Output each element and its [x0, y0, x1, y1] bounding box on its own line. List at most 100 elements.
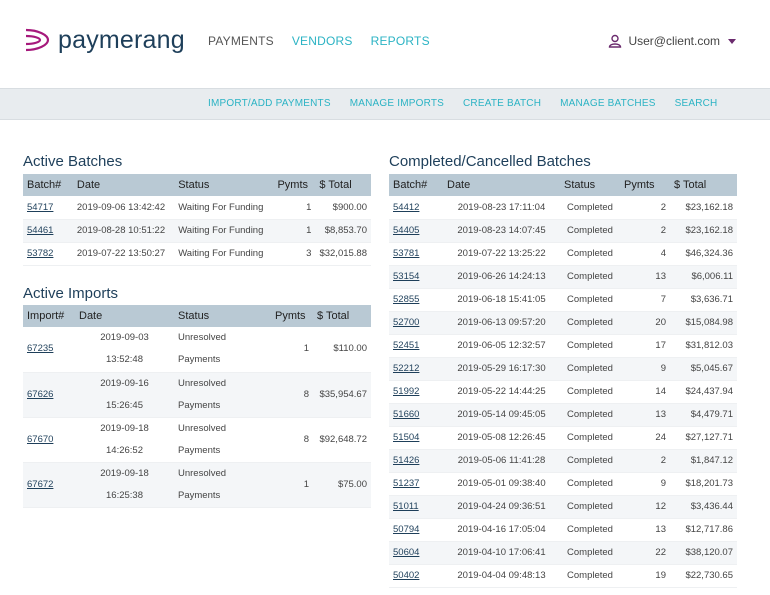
pymts-cell: 1	[271, 462, 313, 508]
total-cell: $23,162.18	[670, 219, 737, 243]
table-row: 51011 2019-04-24 09:36:51 Completed 12 $3,43…	[389, 495, 737, 519]
import-link[interactable]: 67672	[23, 462, 75, 508]
col-total[interactable]: $ Total	[670, 174, 737, 196]
batch-link[interactable]: 50402	[389, 564, 443, 588]
col-pymts[interactable]: Pymts	[273, 174, 316, 196]
col-import[interactable]: Import#	[23, 305, 75, 327]
status-cell: Completed	[560, 219, 620, 243]
batch-link[interactable]: 51992	[389, 380, 443, 404]
status-cell: Completed	[560, 403, 620, 427]
pymts-cell: 22	[620, 541, 670, 565]
date-cell: 2019-04-24 09:36:51	[443, 495, 560, 519]
active-batches-table: Batch# Date Status Pymts $ Total 54717 20…	[23, 174, 371, 266]
date-cell: 2019-06-18 15:41:05	[443, 288, 560, 312]
batch-link[interactable]: 54412	[389, 196, 443, 220]
batch-link[interactable]: 52700	[389, 311, 443, 335]
status-cell: Completed	[560, 472, 620, 496]
subnav-manage-batches[interactable]: MANAGE BATCHES	[560, 98, 655, 109]
subnav-create-batch[interactable]: CREATE BATCH	[463, 98, 541, 109]
table-row: 52700 2019-06-13 09:57:20 Completed 20 $15,0…	[389, 311, 737, 335]
status-line-1: Unresolved	[178, 332, 227, 344]
col-date[interactable]: Date	[72, 174, 175, 196]
batch-link[interactable]: 54717	[23, 196, 73, 220]
status-cell: Completed	[560, 449, 620, 473]
import-link[interactable]: 67626	[23, 372, 75, 418]
active-imports-table: Import# Date Status Pymts $ Total 67235 2…	[23, 305, 371, 508]
batch-link[interactable]: 53154	[389, 265, 443, 289]
status-line-2: Payments	[178, 399, 221, 411]
import-link[interactable]: 67235	[23, 327, 75, 373]
nav-payments[interactable]: PAYMENTS	[208, 34, 274, 48]
date-cell: 2019-04-04 09:48:13	[443, 564, 560, 588]
status-line-1: Unresolved	[178, 377, 227, 389]
batch-link[interactable]: 51660	[389, 403, 443, 427]
date-cell: 2019-09-06 13:42:42	[72, 196, 175, 220]
subnav-import-add-payments[interactable]: IMPORT/ADD PAYMENTS	[208, 98, 331, 109]
status-line-2: Payments	[178, 354, 221, 366]
col-status[interactable]: Status	[560, 174, 620, 196]
user-menu[interactable]: User@client.com	[608, 34, 736, 48]
paymerang-logo[interactable]: paymerang	[24, 24, 185, 56]
table-row: 52855 2019-06-18 15:41:05 Completed 7 $3,636…	[389, 288, 737, 312]
pymts-cell: 19	[620, 564, 670, 588]
import-link[interactable]: 67670	[23, 417, 75, 463]
date-cell: 2019-07-22 13:25:22	[443, 242, 560, 266]
batch-link[interactable]: 52855	[389, 288, 443, 312]
batch-link[interactable]: 51426	[389, 449, 443, 473]
nav-reports[interactable]: REPORTS	[371, 34, 430, 48]
date-cell: 2019-09-03 13:52:48	[75, 327, 174, 373]
subnav-manage-imports[interactable]: MANAGE IMPORTS	[350, 98, 444, 109]
batch-link[interactable]: 51504	[389, 426, 443, 450]
status-cell: Unresolved Payments	[174, 417, 271, 463]
col-pymts[interactable]: Pymts	[620, 174, 670, 196]
subnav-search[interactable]: SEARCH	[675, 98, 718, 109]
table-row: 67670 2019-09-18 14:26:52 Unresolved Payment…	[23, 417, 371, 463]
batch-link[interactable]: 51237	[389, 472, 443, 496]
table-row: 51504 2019-05-08 12:26:45 Completed 24 $27,1…	[389, 426, 737, 450]
batch-link[interactable]: 51011	[389, 495, 443, 519]
total-cell: $12,717.86	[670, 518, 737, 542]
nav-vendors[interactable]: VENDORS	[292, 34, 353, 48]
pymts-cell: 13	[620, 265, 670, 289]
date-cell: 2019-08-28 10:51:22	[72, 219, 175, 243]
sub-nav: IMPORT/ADD PAYMENTS MANAGE IMPORTS CREAT…	[0, 88, 770, 120]
table-row: 51426 2019-05-06 11:41:28 Completed 2 $1,847…	[389, 449, 737, 473]
batch-link[interactable]: 50604	[389, 541, 443, 565]
col-total[interactable]: $ Total	[315, 174, 371, 196]
col-total[interactable]: $ Total	[313, 305, 371, 327]
status-cell: Unresolved Payments	[174, 327, 271, 373]
col-status[interactable]: Status	[174, 174, 274, 196]
status-cell: Completed	[560, 426, 620, 450]
batch-link[interactable]: 52212	[389, 357, 443, 381]
chevron-down-icon[interactable]	[728, 38, 736, 44]
batch-link[interactable]: 54405	[389, 219, 443, 243]
paymerang-logo-icon	[25, 28, 50, 52]
col-pymts[interactable]: Pymts	[271, 305, 313, 327]
total-cell: $8,853.70	[315, 219, 371, 243]
status-cell: Completed	[560, 541, 620, 565]
status-cell: Completed	[560, 380, 620, 404]
total-cell: $38,120.07	[670, 541, 737, 565]
status-cell: Completed	[560, 334, 620, 358]
col-date[interactable]: Date	[75, 305, 174, 327]
table-row: 54412 2019-08-23 17:11:04 Completed 2 $23,16…	[389, 196, 737, 220]
status-line-1: Unresolved	[178, 467, 227, 479]
col-batch[interactable]: Batch#	[23, 174, 73, 196]
date-cell: 2019-09-18 14:26:52	[75, 417, 174, 463]
total-cell: $15,084.98	[670, 311, 737, 335]
date-cell: 2019-07-22 13:50:27	[72, 242, 175, 266]
batch-link[interactable]: 52451	[389, 334, 443, 358]
col-date[interactable]: Date	[443, 174, 560, 196]
total-cell: $900.00	[315, 196, 371, 220]
pymts-cell: 2	[620, 449, 670, 473]
batch-link[interactable]: 50794	[389, 518, 443, 542]
batch-link[interactable]: 53781	[389, 242, 443, 266]
batch-link[interactable]: 54461	[23, 219, 73, 243]
table-row: 51660 2019-05-14 09:45:05 Completed 13 $4,47…	[389, 403, 737, 427]
col-batch[interactable]: Batch#	[389, 174, 443, 196]
table-row: 53781 2019-07-22 13:25:22 Completed 4 $46,32…	[389, 242, 737, 266]
status-cell: Waiting For Funding	[174, 219, 274, 243]
table-row: 54405 2019-08-23 14:07:45 Completed 2 $23,16…	[389, 219, 737, 243]
batch-link[interactable]: 53782	[23, 242, 73, 266]
col-status[interactable]: Status	[174, 305, 271, 327]
